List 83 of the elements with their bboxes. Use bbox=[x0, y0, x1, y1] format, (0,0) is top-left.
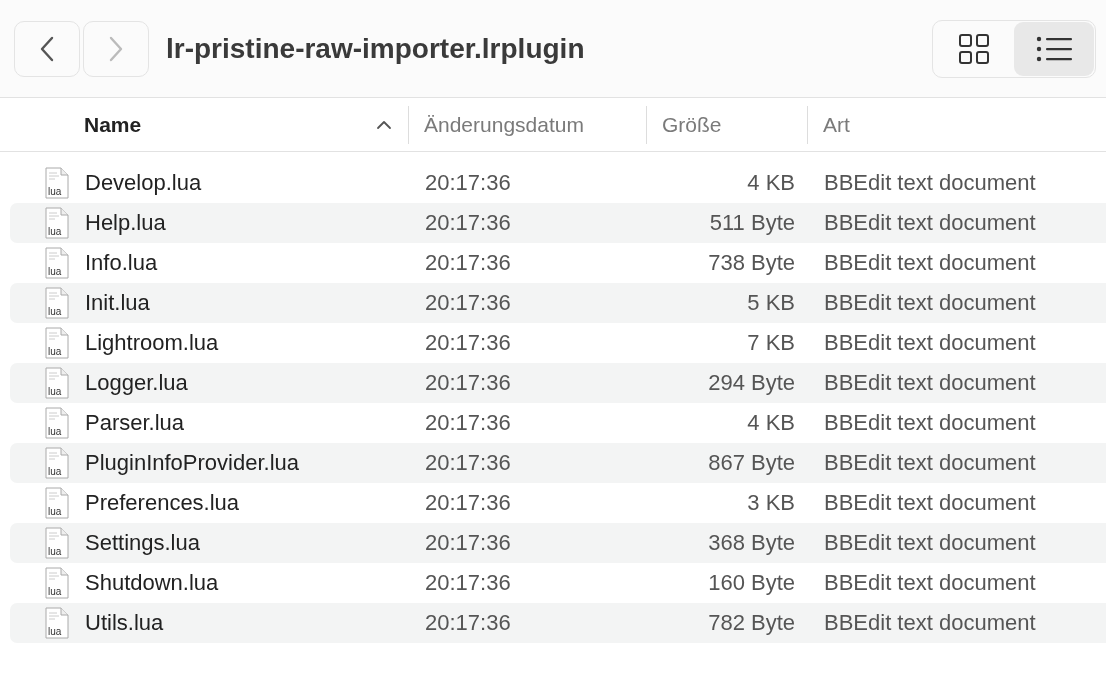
file-row[interactable]: lua Logger.lua 20:17:36 294 Byte BBEdit text document bbox=[10, 363, 1106, 403]
file-size: 4 KB bbox=[746, 410, 795, 436]
file-size: 738 Byte bbox=[707, 250, 795, 276]
file-kind: BBEdit text document bbox=[824, 290, 1036, 316]
column-header[interactable]: Art bbox=[823, 112, 850, 137]
file-size: 511 Byte bbox=[708, 210, 795, 236]
file-kind: BBEdit text document bbox=[824, 250, 1036, 276]
file-size: 7 KB bbox=[746, 330, 795, 356]
modified-time: 20:17:36 bbox=[425, 210, 512, 236]
file-size: 867 Byte bbox=[707, 450, 795, 476]
file-kind: BBEdit text document bbox=[824, 530, 1036, 556]
file-name: PluginInfoProvider.lua bbox=[85, 450, 301, 476]
file-kind: BBEdit text document bbox=[824, 330, 1036, 356]
modified-time: 20:17:36 bbox=[425, 570, 512, 596]
modified-time: 20:17:36 bbox=[425, 610, 512, 636]
file-kind: BBEdit text document bbox=[824, 450, 1036, 476]
list-icon bbox=[1036, 35, 1072, 62]
file-row[interactable]: lua Parser.lua 20:17:36 4 KB BBEdit text document bbox=[10, 403, 1106, 443]
file-size: 160 Byte bbox=[707, 570, 795, 596]
file-kind: BBEdit text document bbox=[824, 610, 1036, 636]
modified-time: 20:17:36 bbox=[425, 490, 512, 516]
file-kind: BBEdit text document bbox=[824, 370, 1036, 396]
list-view-button[interactable] bbox=[1014, 21, 1094, 76]
file-row[interactable]: lua PluginInfoProvider.lua 20:17:36 867 Byte BBEdit text document bbox=[10, 443, 1106, 483]
file-kind: BBEdit text document bbox=[824, 210, 1036, 236]
file-name: Parser.lua bbox=[85, 410, 186, 436]
file-name: Info.lua bbox=[85, 250, 159, 276]
folder-title: lr-pristine-raw-importer.lrplugin bbox=[166, 32, 586, 65]
file-name: Utils.lua bbox=[85, 610, 165, 636]
document-icon: lua bbox=[45, 407, 69, 439]
file-size: 4 KB bbox=[746, 170, 795, 196]
document-icon: lua bbox=[45, 367, 69, 399]
modified-time: 20:17:36 bbox=[425, 170, 512, 196]
document-icon: lua bbox=[45, 527, 69, 559]
file-name: Shutdown.lua bbox=[85, 570, 220, 596]
file-name: Lightroom.lua bbox=[85, 330, 220, 356]
file-name: Init.lua bbox=[85, 290, 151, 316]
file-size: 294 Byte bbox=[707, 370, 795, 396]
document-icon: lua bbox=[45, 447, 69, 479]
file-size: 782 Byte bbox=[707, 610, 795, 636]
file-name: Help.lua bbox=[85, 210, 167, 236]
modified-time: 20:17:36 bbox=[425, 290, 512, 316]
file-row[interactable]: lua Settings.lua 20:17:36 368 Byte BBEdit text document bbox=[10, 523, 1106, 563]
file-row[interactable]: lua Init.lua 20:17:36 5 KB BBEdit text document bbox=[10, 283, 1106, 323]
modified-time: 20:17:36 bbox=[425, 250, 512, 276]
sort-caret-icon bbox=[376, 119, 392, 130]
file-kind: BBEdit text document bbox=[824, 490, 1036, 516]
file-row[interactable]: lua Preferences.lua 20:17:36 3 KB BBEdit text document bbox=[10, 483, 1106, 523]
document-icon: lua bbox=[45, 327, 69, 359]
file-row[interactable]: lua Shutdown.lua 20:17:36 160 Byte BBEdit text document bbox=[10, 563, 1106, 603]
file-row[interactable]: lua Lightroom.lua 20:17:36 7 KB BBEdit text document bbox=[10, 323, 1106, 363]
modified-time: 20:17:36 bbox=[425, 530, 512, 556]
file-kind: BBEdit text document bbox=[824, 170, 1036, 196]
document-icon: lua bbox=[45, 207, 69, 239]
file-row[interactable]: lua Utils.lua 20:17:36 782 Byte BBEdit text document bbox=[10, 603, 1106, 643]
file-name: Settings.lua bbox=[85, 530, 201, 556]
file-size: 368 Byte bbox=[707, 530, 795, 556]
file-name: Develop.lua bbox=[85, 170, 203, 196]
grid-icon bbox=[958, 32, 990, 65]
file-row[interactable]: lua Info.lua 20:17:36 738 Byte BBEdit text document bbox=[10, 243, 1106, 283]
chevron-left-icon bbox=[40, 35, 54, 62]
file-row[interactable]: lua Develop.lua 20:17:36 4 KB BBEdit text document bbox=[10, 163, 1106, 203]
file-name: Preferences.lua bbox=[85, 490, 241, 516]
file-size: 5 KB bbox=[746, 290, 795, 316]
file-kind: BBEdit text document bbox=[824, 410, 1036, 436]
document-icon: lua bbox=[45, 607, 69, 639]
document-icon: lua bbox=[45, 287, 69, 319]
chevron-right-icon bbox=[109, 35, 123, 62]
document-icon: lua bbox=[45, 167, 69, 199]
column-header[interactable]: Änderungsdatum bbox=[424, 112, 584, 137]
document-icon: lua bbox=[45, 567, 69, 599]
file-row[interactable]: lua Help.lua 20:17:36 511 Byte BBEdit text document bbox=[10, 203, 1106, 243]
file-name: Logger.lua bbox=[85, 370, 189, 396]
modified-time: 20:17:36 bbox=[425, 370, 512, 396]
modified-time: 20:17:36 bbox=[425, 410, 512, 436]
column-header[interactable]: Größe bbox=[662, 112, 722, 137]
modified-time: 20:17:36 bbox=[425, 450, 512, 476]
column-header[interactable]: Name bbox=[84, 112, 142, 137]
document-icon: lua bbox=[45, 487, 69, 519]
document-icon: lua bbox=[45, 247, 69, 279]
file-size: 3 KB bbox=[746, 490, 795, 516]
file-kind: BBEdit text document bbox=[824, 570, 1036, 596]
modified-time: 20:17:36 bbox=[425, 330, 512, 356]
